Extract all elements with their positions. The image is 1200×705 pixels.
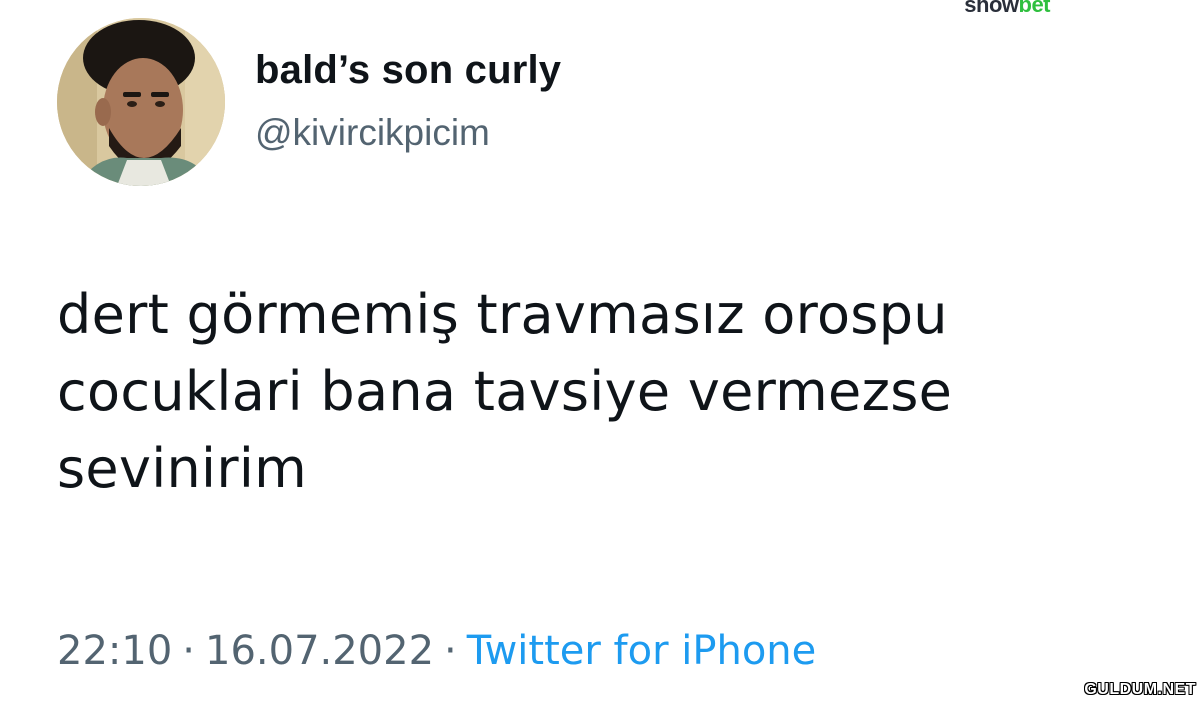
separator: · [182,628,195,674]
site-watermark: GULDUM.NET [1084,681,1196,698]
watermark-part-2: bet [1018,0,1051,17]
display-name[interactable]: bald’s son curly [255,48,561,93]
watermark-part-1: show [964,0,1019,17]
profile-photo-icon [57,18,225,186]
tweet-text-line: cocuklari bana tavsiye vermezse [57,360,953,423]
tweet-text-line: sevinirim [57,437,308,500]
avatar[interactable] [57,18,225,186]
separator: · [444,628,457,674]
tweet-metadata: 22:10 · 16.07.2022 · Twitter for iPhone [57,628,816,674]
tweet-text: dert görmemiş travmasız orospu cocuklari… [57,276,1137,507]
tweet-date[interactable]: 16.07.2022 [205,628,434,674]
showbet-watermark: showbet [964,0,1050,16]
tweet-source-link[interactable]: Twitter for iPhone [467,628,817,674]
tweet-text-line: dert görmemiş travmasız orospu [57,283,948,346]
username[interactable]: @kivircikpicim [255,112,490,154]
tweet-time[interactable]: 22:10 [57,628,172,674]
